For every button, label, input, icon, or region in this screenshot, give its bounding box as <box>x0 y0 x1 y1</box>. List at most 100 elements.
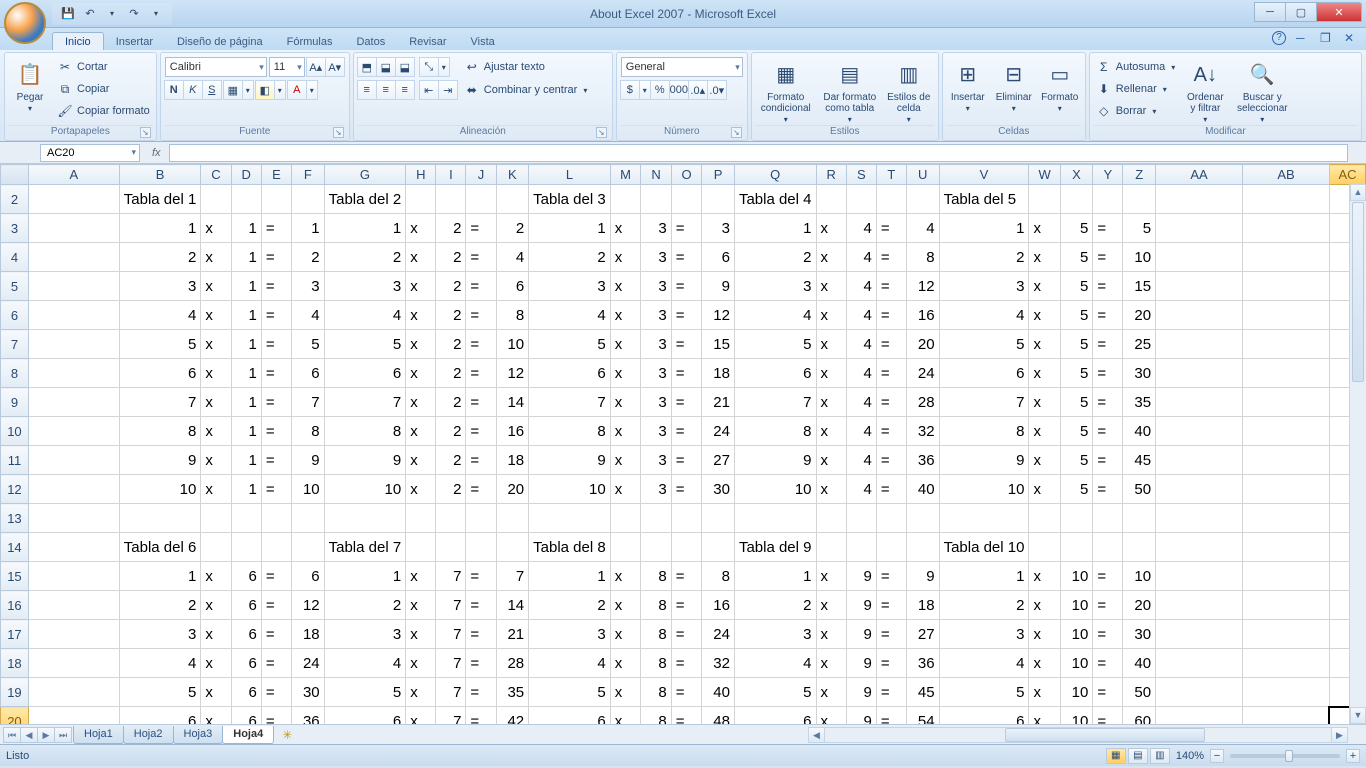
col-header-G[interactable]: G <box>324 165 406 185</box>
col-header-O[interactable]: O <box>671 165 702 185</box>
new-sheet-icon[interactable]: ✳ <box>276 727 298 743</box>
align-bottom-icon[interactable]: ⬓ <box>395 57 415 77</box>
align-center-icon[interactable]: ≡ <box>376 80 396 100</box>
row-header-8[interactable]: 8 <box>1 359 29 388</box>
col-header-D[interactable]: D <box>231 165 261 185</box>
undo-icon[interactable]: ↶ <box>82 6 98 22</box>
tab-revisar[interactable]: Revisar <box>397 33 458 50</box>
col-header-Q[interactable]: Q <box>734 165 816 185</box>
underline-button[interactable]: S <box>202 80 222 100</box>
row-header-19[interactable]: 19 <box>1 678 29 707</box>
worksheet-grid[interactable]: ABCDEFGHIJKLMNOPQRSTUVWXYZAAABAC2Tabla d… <box>0 164 1366 724</box>
scroll-right-icon[interactable]: ▶ <box>1331 728 1347 742</box>
border-icon[interactable]: ▦ <box>223 80 243 100</box>
doc-close-icon[interactable]: ✕ <box>1344 31 1358 45</box>
select-all-corner[interactable] <box>1 165 29 185</box>
comma-icon[interactable]: 000 <box>669 80 689 100</box>
fill-button[interactable]: ⬇Rellenar▾ <box>1094 79 1178 99</box>
row-header-14[interactable]: 14 <box>1 533 29 562</box>
merge-center-button[interactable]: ⬌Combinar y centrar▾ <box>462 80 590 100</box>
align-right-icon[interactable]: ≡ <box>395 80 415 100</box>
decrease-indent-icon[interactable]: ⇤ <box>419 80 439 100</box>
row-header-10[interactable]: 10 <box>1 417 29 446</box>
fill-color-icon[interactable]: ◧ <box>255 80 275 100</box>
zoom-handle[interactable] <box>1285 750 1293 762</box>
col-header-T[interactable]: T <box>876 165 906 185</box>
italic-button[interactable]: K <box>183 80 203 100</box>
ribbon-minimize-icon[interactable]: ─ <box>1296 31 1310 45</box>
col-header-B[interactable]: B <box>119 165 201 185</box>
shrink-font-icon[interactable]: A▾ <box>325 57 345 77</box>
col-header-M[interactable]: M <box>610 165 641 185</box>
align-middle-icon[interactable]: ⬓ <box>376 57 396 77</box>
row-header-4[interactable]: 4 <box>1 243 29 272</box>
border-dropdown-icon[interactable]: ▾ <box>242 80 254 100</box>
normal-view-icon[interactable]: ▦ <box>1106 748 1126 764</box>
grow-font-icon[interactable]: A▴ <box>306 57 326 77</box>
save-icon[interactable]: 💾 <box>60 6 76 22</box>
sheet-tab-hoja2[interactable]: Hoja2 <box>123 726 174 744</box>
sheet-tab-hoja3[interactable]: Hoja3 <box>173 726 224 744</box>
formula-input[interactable] <box>169 144 1348 162</box>
tab-formulas[interactable]: Fórmulas <box>275 33 345 50</box>
bold-button[interactable]: N <box>164 80 184 100</box>
insert-cells-button[interactable]: ⊞Insertar▾ <box>947 57 989 114</box>
row-header-11[interactable]: 11 <box>1 446 29 475</box>
col-header-X[interactable]: X <box>1060 165 1093 185</box>
increase-decimal-icon[interactable]: .0▴ <box>688 80 708 100</box>
col-header-Z[interactable]: Z <box>1123 165 1156 185</box>
percent-icon[interactable]: % <box>650 80 670 100</box>
increase-indent-icon[interactable]: ⇥ <box>438 80 458 100</box>
horizontal-scrollbar[interactable]: ◀ ▶ <box>808 727 1348 743</box>
row-header-18[interactable]: 18 <box>1 649 29 678</box>
clipboard-launcher-icon[interactable]: ↘ <box>140 127 151 138</box>
align-left-icon[interactable]: ≡ <box>357 80 377 100</box>
col-header-N[interactable]: N <box>641 165 671 185</box>
zoom-out-icon[interactable]: − <box>1210 749 1224 763</box>
row-header-3[interactable]: 3 <box>1 214 29 243</box>
page-layout-view-icon[interactable]: ▤ <box>1128 748 1148 764</box>
col-header-R[interactable]: R <box>816 165 846 185</box>
row-header-5[interactable]: 5 <box>1 272 29 301</box>
col-header-AC[interactable]: AC <box>1329 165 1365 185</box>
row-header-13[interactable]: 13 <box>1 504 29 533</box>
decrease-decimal-icon[interactable]: .0▾ <box>707 80 727 100</box>
font-launcher-icon[interactable]: ↘ <box>333 127 344 138</box>
find-select-button[interactable]: 🔍Buscar y seleccionar▾ <box>1233 57 1291 125</box>
sheet-tab-hoja1[interactable]: Hoja1 <box>73 726 124 744</box>
format-cells-button[interactable]: ▭Formato▾ <box>1039 57 1081 114</box>
col-header-F[interactable]: F <box>291 165 324 185</box>
row-header-16[interactable]: 16 <box>1 591 29 620</box>
row-header-12[interactable]: 12 <box>1 475 29 504</box>
redo-icon[interactable]: ↷ <box>126 6 142 22</box>
cell-styles-button[interactable]: ▥Estilos de celda▾ <box>884 57 934 125</box>
zoom-level[interactable]: 140% <box>1176 750 1204 762</box>
scroll-left-icon[interactable]: ◀ <box>809 728 825 742</box>
col-header-C[interactable]: C <box>201 165 231 185</box>
row-header-15[interactable]: 15 <box>1 562 29 591</box>
col-header-E[interactable]: E <box>261 165 291 185</box>
cut-button[interactable]: ✂Cortar <box>55 57 152 77</box>
help-icon[interactable]: ? <box>1272 31 1286 45</box>
col-header-W[interactable]: W <box>1029 165 1060 185</box>
close-button[interactable]: ✕ <box>1316 2 1362 22</box>
sheet-nav-first-icon[interactable]: ⏮ <box>3 727 21 743</box>
col-header-AA[interactable]: AA <box>1156 165 1243 185</box>
format-painter-button[interactable]: 🖌Copiar formato <box>55 101 152 121</box>
font-size-combo[interactable]: 11 <box>269 57 305 77</box>
col-header-S[interactable]: S <box>846 165 876 185</box>
col-header-H[interactable]: H <box>406 165 436 185</box>
vertical-scrollbar[interactable]: ▲ ▼ <box>1349 184 1366 724</box>
minimize-button[interactable]: ─ <box>1254 2 1286 22</box>
format-as-table-button[interactable]: ▤Dar formato como tabla▾ <box>820 57 880 125</box>
zoom-in-icon[interactable]: + <box>1346 749 1360 763</box>
conditional-format-button[interactable]: ▦Formato condicional▾ <box>756 57 816 125</box>
name-box[interactable]: AC20 <box>40 144 140 162</box>
scroll-up-icon[interactable]: ▲ <box>1350 184 1366 201</box>
orientation-icon[interactable]: ⤡ <box>419 57 439 77</box>
col-header-P[interactable]: P <box>702 165 735 185</box>
copy-button[interactable]: ⧉Copiar <box>55 79 152 99</box>
orientation-dropdown-icon[interactable]: ▾ <box>438 57 450 77</box>
clear-button[interactable]: ◇Borrar▾ <box>1094 101 1178 121</box>
font-color-dropdown-icon[interactable]: ▾ <box>306 80 318 100</box>
